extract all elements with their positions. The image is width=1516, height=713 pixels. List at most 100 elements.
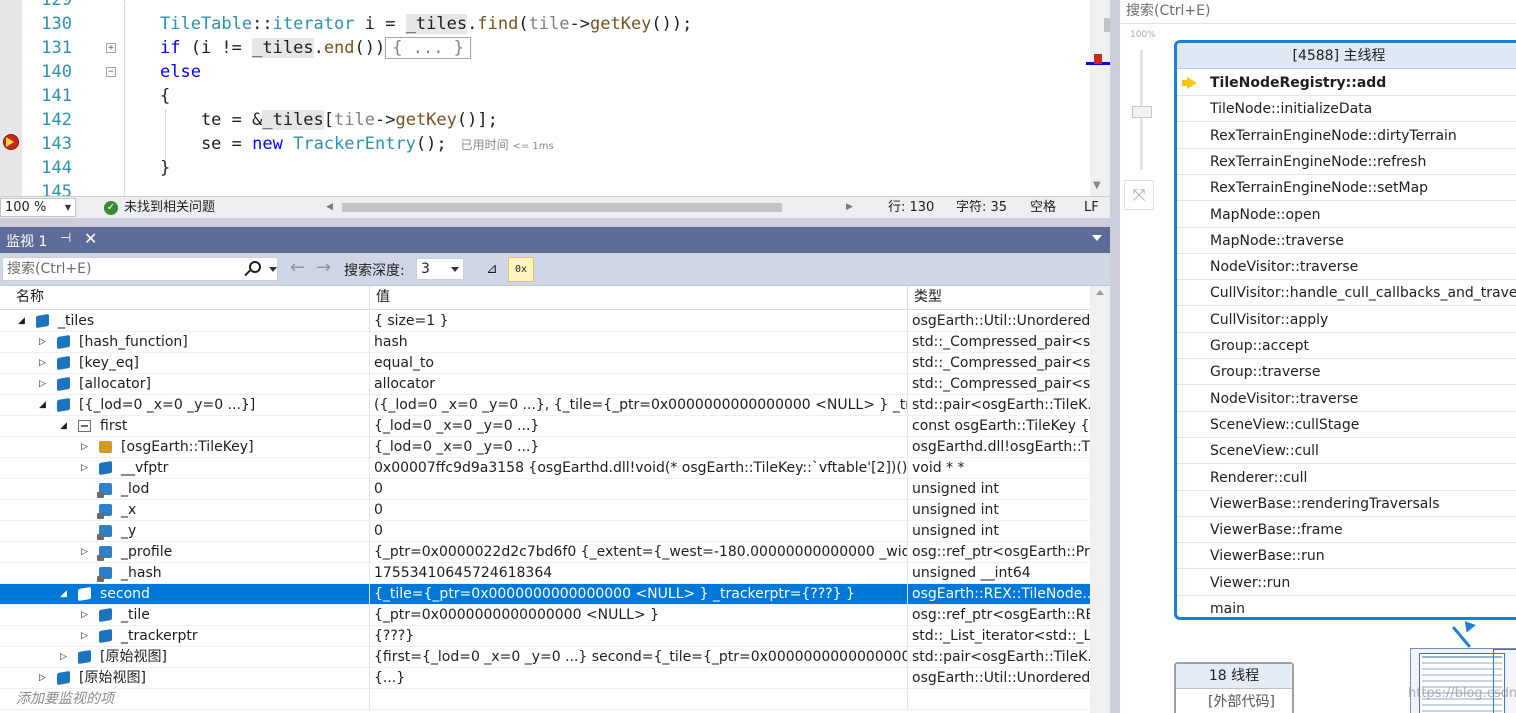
expand-node-icon[interactable]: ▷	[81, 626, 88, 647]
zoom-slider[interactable]: 100%	[1126, 30, 1158, 175]
watch-name-cell[interactable]: ◢ first	[0, 416, 370, 437]
stack-frame[interactable]: Group::traverse	[1177, 359, 1516, 386]
stack-frame[interactable]: MapNode::open	[1177, 202, 1516, 228]
watch-value-cell[interactable]: {_ptr=0x0000022d2c7bd6f0 {_extent={_west…	[370, 542, 908, 563]
code-line[interactable]: 129	[0, 0, 1085, 12]
collapse-node-icon[interactable]: ◢	[60, 584, 67, 605]
column-header-value[interactable]: 值	[370, 286, 908, 310]
watch-value-cell[interactable]: {...}	[370, 668, 908, 689]
editor-horizontal-scroll-thumb[interactable]	[342, 203, 782, 212]
stack-frame[interactable]: TileNodeRegistry::add	[1177, 70, 1516, 96]
stack-frame[interactable]: SceneView::cullStage	[1177, 412, 1516, 438]
expand-node-icon[interactable]: ▷	[81, 542, 88, 563]
watch-name-cell[interactable]: _x	[0, 500, 370, 521]
expand-region-icon[interactable]: +	[106, 43, 116, 53]
search-depth-combo[interactable]: 3	[416, 258, 464, 280]
zoom-slider-thumb[interactable]	[1132, 106, 1152, 118]
stack-frame[interactable]: CullVisitor::handle_cull_callbacks_and_t…	[1177, 280, 1516, 307]
stack-frame[interactable]: TileNode::initializeData	[1177, 96, 1516, 123]
watch-value-cell[interactable]: {???}	[370, 626, 908, 647]
stack-frame[interactable]: NodeVisitor::traverse	[1177, 386, 1516, 412]
watch-name-cell[interactable]: ▷ __vfptr	[0, 458, 370, 479]
watch-row[interactable]: ◢ _tiles { size=1 } osgEarth::Util::Unorder…	[0, 311, 1090, 332]
watch-row[interactable]: ▷ [原始视图] {first={_lod=0 _x=0 _y=0 ...} sec…	[0, 647, 1090, 668]
watch-row[interactable]: ▷ [hash_function] hash std::_Compressed_pai…	[0, 332, 1090, 353]
scroll-left-icon[interactable]: ◀	[326, 197, 333, 218]
watch-name-cell[interactable]: ▷ [原始视图]	[0, 647, 370, 668]
watch-vertical-scrollbar[interactable]	[1090, 286, 1110, 713]
stack-frame[interactable]: RexTerrainEngineNode::setMap	[1177, 175, 1516, 202]
bird-eye-viewport[interactable]	[1493, 649, 1516, 713]
code-line[interactable]: 145	[0, 180, 1085, 196]
watch-value-cell[interactable]: 0x00007ffc9d9a3158 {osgEarthd.dll!void(*…	[370, 458, 908, 479]
line-indicator[interactable]: 行: 130	[888, 197, 934, 218]
stack-frame[interactable]: ViewerBase::run	[1177, 543, 1516, 570]
splitter[interactable]	[0, 218, 1110, 227]
code-editor[interactable]: 129 130 TileTable::iterator i = _tiles.fin…	[0, 0, 1110, 196]
code-line[interactable]: 131 + if (i != _tiles.end()){ ... }	[0, 36, 1085, 60]
watch-row[interactable]: ◢ second {_tile={_ptr=0x0000000000000000 <…	[0, 584, 1090, 605]
thread-group-header[interactable]: 18 线程	[1176, 664, 1292, 689]
indent-mode[interactable]: 空格	[1030, 197, 1056, 218]
watch-row[interactable]: ▷ _trackerptr {???} std::_List_iterator<std…	[0, 626, 1090, 647]
watch-name-cell[interactable]: ◢ [{_lod=0 _x=0 _y=0 ...}]	[0, 395, 370, 416]
watch-name-cell[interactable]: ◢ _tiles	[0, 311, 370, 332]
hex-display-button[interactable]: 0x	[508, 257, 534, 282]
watch-value-cell[interactable]: {_lod=0 _x=0 _y=0 ...}	[370, 416, 908, 437]
window-menu-icon[interactable]	[1092, 235, 1102, 241]
watch-value-cell[interactable]: 0	[370, 521, 908, 542]
watch-search-input[interactable]: 搜索(Ctrl+E)	[2, 257, 278, 281]
close-icon[interactable]: ✕	[84, 229, 97, 248]
watch-row[interactable]: ▷ [osgEarth::TileKey] {_lod=0 _x=0 _y=0 ..…	[0, 437, 1090, 458]
parallel-stacks-search-input[interactable]: 搜索(Ctrl+E)	[1120, 0, 1516, 24]
add-watch-input[interactable]: 添加要监视的项	[0, 689, 370, 710]
stack-frame[interactable]: SceneView::cull	[1177, 438, 1516, 465]
forward-arrow-icon[interactable]: →	[316, 257, 331, 278]
collapse-node-icon[interactable]: ◢	[60, 416, 67, 437]
external-code-frame[interactable]: [外部代码]	[1176, 689, 1292, 713]
watch-value-cell[interactable]: {_ptr=0x0000000000000000 <NULL> }	[370, 605, 908, 626]
scroll-down-icon[interactable]: ▼	[1093, 180, 1101, 191]
watch-row[interactable]: _y 0 unsigned int	[0, 521, 1090, 542]
collapse-node-icon[interactable]: ◢	[39, 395, 46, 416]
expand-node-icon[interactable]: ▷	[39, 374, 46, 395]
stack-frame[interactable]: RexTerrainEngineNode::dirtyTerrain	[1177, 123, 1516, 149]
watch-row[interactable]: ▷ [原始视图] {...} osgEarth::Util::Unordered...	[0, 668, 1090, 689]
thread-group-box[interactable]: 18 线程 [外部代码]	[1174, 662, 1294, 713]
watch-name-cell[interactable]: ▷ _tile	[0, 605, 370, 626]
expand-node-icon[interactable]: ▷	[39, 353, 46, 374]
code-line[interactable]: 140 − else	[0, 60, 1085, 84]
collapse-node-icon[interactable]: ◢	[18, 311, 25, 332]
stack-frame[interactable]: ViewerBase::frame	[1177, 517, 1516, 544]
watch-row[interactable]: _hash 17553410645724618364 unsigned __int6…	[0, 563, 1090, 584]
watch-row[interactable]: ▷ [key_eq] equal_to std::_Compressed_pair<s…	[0, 353, 1090, 374]
code-line[interactable]: 143 se = new TrackerEntry(); 已用时间 <= 1ms	[0, 132, 1085, 156]
expand-node-icon[interactable]: ▷	[81, 605, 88, 626]
issues-status[interactable]: 未找到相关问题	[124, 197, 215, 218]
watch-name-cell[interactable]: ▷ _trackerptr	[0, 626, 370, 647]
watch-row[interactable]: ◢ first {_lod=0 _x=0 _y=0 ...} const osgEar…	[0, 416, 1090, 437]
watch-name-cell[interactable]: ▷ [allocator]	[0, 374, 370, 395]
expand-node-icon[interactable]: ▷	[81, 458, 88, 479]
code-line[interactable]: 144}	[0, 156, 1085, 180]
bird-eye-map[interactable]	[1410, 648, 1516, 713]
watch-row[interactable]: ▷ [allocator] allocator std::_Compressed_pa…	[0, 374, 1090, 395]
search-icon[interactable]	[249, 261, 261, 273]
line-ending[interactable]: LF	[1084, 197, 1099, 218]
char-indicator[interactable]: 字符: 35	[956, 197, 1007, 218]
watch-window-title[interactable]: 监视 1	[6, 231, 47, 251]
watch-row[interactable]: _lod 0 unsigned int	[0, 479, 1090, 500]
column-header-name[interactable]: 名称	[0, 286, 370, 310]
watch-name-cell[interactable]: ▷ [hash_function]	[0, 332, 370, 353]
back-arrow-icon[interactable]: ←	[290, 257, 305, 278]
expand-node-icon[interactable]: ▷	[60, 647, 67, 668]
add-watch-row[interactable]: 添加要监视的项	[0, 689, 1090, 710]
stack-frame[interactable]: Group::accept	[1177, 333, 1516, 359]
stack-frame[interactable]: main	[1177, 596, 1516, 617]
stack-frame[interactable]: NodeVisitor::traverse	[1177, 254, 1516, 281]
watch-name-cell[interactable]: ▷ [osgEarth::TileKey]	[0, 437, 370, 458]
watch-row[interactable]: ▷ _tile {_ptr=0x0000000000000000 <NULL> } o…	[0, 605, 1090, 626]
watch-value-cell[interactable]: 0	[370, 500, 908, 521]
thread-stack-box[interactable]: [4588] 主线程 TileNodeRegistry::add TileNode…	[1174, 40, 1516, 620]
collapse-region-icon[interactable]: −	[106, 67, 116, 77]
